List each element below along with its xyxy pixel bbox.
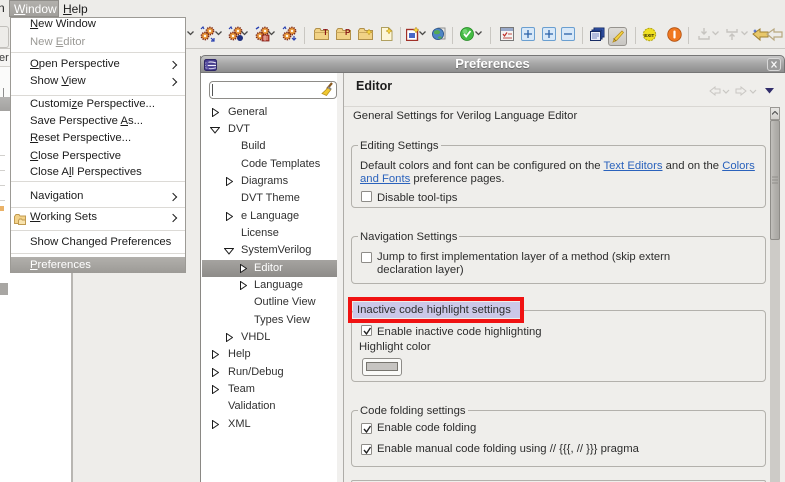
svg-text:P: P xyxy=(345,28,351,37)
svg-text:T: T xyxy=(323,28,328,37)
svg-text:EXIT: EXIT xyxy=(644,33,654,38)
